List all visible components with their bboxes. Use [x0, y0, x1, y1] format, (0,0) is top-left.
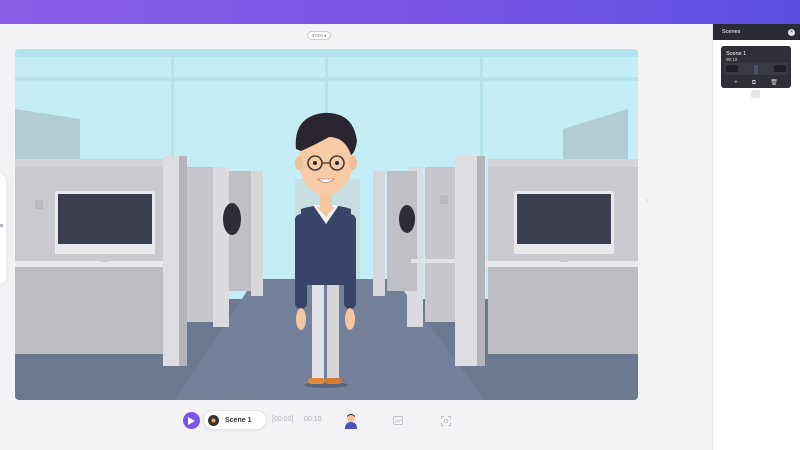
- scene-selector[interactable]: Scene 1: [203, 410, 267, 430]
- cubicle-panel-edge: [251, 171, 263, 296]
- scene-card[interactable]: Scene 1 00:10 + ⧉ 🗑: [721, 46, 791, 88]
- handle-grip-icon: [0, 224, 3, 227]
- scene-card-duration: 00:10: [726, 57, 738, 62]
- cubicle-panel-edge: [373, 171, 385, 296]
- scenes-panel-title: Scenes: [722, 29, 741, 35]
- wall-note: [440, 195, 448, 204]
- monitor-screen: [517, 194, 611, 244]
- character-icon: [345, 413, 357, 429]
- chair-back: [399, 205, 415, 233]
- desk-top: [15, 261, 175, 267]
- monitor-stand: [560, 254, 568, 262]
- chair-back: [223, 203, 241, 235]
- monitor-stand: [101, 254, 109, 262]
- desk-top: [411, 259, 459, 263]
- cubicle-divider-shadow: [179, 156, 187, 366]
- fit-screen-icon: [441, 415, 451, 426]
- cubicle-panel-edge: [213, 167, 229, 327]
- chevron-down-icon: ▾: [324, 33, 327, 38]
- background-icon: [393, 416, 403, 425]
- cubicle-top: [488, 159, 638, 167]
- scene-thumbnail-icon: [208, 414, 219, 426]
- monitor-chin: [514, 246, 614, 254]
- background-tool-button[interactable]: [392, 412, 404, 429]
- total-time: 00:10: [304, 416, 322, 423]
- play-button[interactable]: [183, 412, 200, 429]
- scene-card-actions: + ⧉ 🗑: [721, 77, 791, 88]
- current-time: [00:00]: [272, 416, 294, 423]
- desk-body: [488, 264, 638, 354]
- left-panel-handle[interactable]: [0, 175, 6, 283]
- monitor-chin: [55, 246, 155, 254]
- zoom-selector[interactable]: 374% ▾: [307, 31, 331, 40]
- close-icon[interactable]: ×: [788, 28, 795, 36]
- scenes-panel-header: Scenes ×: [713, 24, 800, 40]
- scene-canvas[interactable]: [15, 49, 638, 400]
- scenes-panel: Scenes × Scene 1 00:10 + ⧉ 🗑: [712, 24, 800, 450]
- zoom-value: 374%: [311, 33, 324, 38]
- timeline-dots: [0, 446, 712, 447]
- scene-illustration: [15, 49, 638, 400]
- cubicle-wall: [387, 171, 417, 291]
- cubicle-divider: [455, 156, 477, 366]
- plus-icon[interactable]: +: [734, 80, 738, 86]
- desk-body: [15, 264, 165, 354]
- wall-note: [35, 200, 43, 209]
- play-icon: [188, 416, 195, 425]
- duplicate-icon[interactable]: ⧉: [752, 80, 756, 86]
- scene-card-thumbnail: [724, 63, 788, 75]
- monitor-screen: [58, 194, 152, 244]
- cubicle-top: [15, 159, 165, 167]
- add-scene-button[interactable]: [751, 90, 760, 98]
- trash-icon[interactable]: 🗑: [770, 80, 778, 86]
- top-bar: [0, 0, 800, 24]
- character-tool-button[interactable]: [343, 412, 359, 429]
- cubicle-divider-shadow: [477, 156, 485, 366]
- desk-top: [478, 261, 638, 267]
- scene-name: Scene 1: [225, 416, 252, 424]
- fit-screen-button[interactable]: [440, 412, 452, 429]
- chevron-right-icon[interactable]: ›: [646, 198, 651, 204]
